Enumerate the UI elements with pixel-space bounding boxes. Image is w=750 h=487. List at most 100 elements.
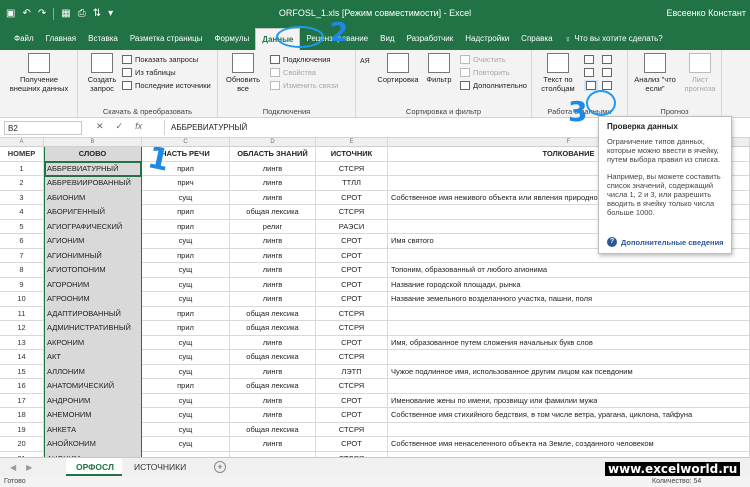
cell-a[interactable]: 19	[0, 422, 44, 437]
cell-d[interactable]: общая лексика	[230, 379, 316, 394]
cell-f[interactable]: Название городской площади, рынка	[388, 277, 750, 292]
cell-c[interactable]: сущ	[142, 190, 230, 205]
cell-a[interactable]: 15	[0, 364, 44, 379]
cell-f[interactable]	[388, 321, 750, 336]
cell-c[interactable]: прич	[142, 176, 230, 191]
cell-f[interactable]: Имя, образованное путем сложения начальн…	[388, 335, 750, 350]
cell-c[interactable]: сущ	[142, 393, 230, 408]
cell-c[interactable]: прил	[142, 219, 230, 234]
cell-a[interactable]: 13	[0, 335, 44, 350]
cell-c[interactable]: сущ	[142, 277, 230, 292]
cell-e[interactable]: СРОТ	[316, 437, 388, 452]
remove-duplicates-button[interactable]	[584, 67, 594, 78]
user-name[interactable]: Евсеенко Констант	[666, 8, 746, 18]
column-header-a[interactable]: A	[0, 138, 44, 147]
cell-c[interactable]: прил	[142, 248, 230, 263]
cell-f[interactable]: Именование жены по имени, прозвищу или ф…	[388, 393, 750, 408]
forecast-sheet-button[interactable]: Лист прогноза	[682, 53, 718, 93]
cancel-icon[interactable]: ✕	[96, 121, 104, 132]
cell-e[interactable]: СТСРЯ	[316, 306, 388, 321]
filter-button[interactable]: Фильтр	[424, 53, 454, 84]
data-validation-button[interactable]	[584, 80, 598, 91]
show-queries-button[interactable]: Показать запросы	[122, 54, 198, 65]
cell-f[interactable]: Топоним, образованный от любого агионима	[388, 263, 750, 278]
cell-a[interactable]: 12	[0, 321, 44, 336]
relationships-button[interactable]	[602, 67, 612, 78]
enter-icon[interactable]: ✓	[116, 121, 124, 132]
cell-c[interactable]: сущ	[142, 292, 230, 307]
cell-a[interactable]: 3	[0, 190, 44, 205]
cell-f[interactable]: Название земельного возделанного участка…	[388, 292, 750, 307]
what-if-button[interactable]: Анализ "что если"	[632, 53, 678, 93]
clear-button[interactable]: Очистить	[460, 54, 506, 65]
cell-e[interactable]: СРОТ	[316, 292, 388, 307]
cell-d[interactable]: лингв	[230, 176, 316, 191]
cell-e[interactable]: СРОТ	[316, 263, 388, 278]
cell-a[interactable]: 1	[0, 161, 44, 176]
cell-e[interactable]: СРОТ	[316, 408, 388, 423]
tooltip-more-info[interactable]: ? Дополнительные сведения	[607, 237, 724, 247]
tab-view[interactable]: Вид	[374, 28, 400, 50]
cell-d[interactable]: общая лексика	[230, 422, 316, 437]
flash-fill-button[interactable]	[584, 54, 594, 65]
cell-f[interactable]	[388, 379, 750, 394]
cell-e[interactable]: СРОТ	[316, 248, 388, 263]
sheet-tab-sources[interactable]: ИСТОЧНИКИ	[124, 458, 196, 476]
cell-e[interactable]: РАЭСИ	[316, 219, 388, 234]
cell-c[interactable]: сущ	[142, 350, 230, 365]
cell-c[interactable]: прил	[142, 205, 230, 220]
cell-f[interactable]: Собственное имя ненаселенного объекта на…	[388, 437, 750, 452]
cell-e[interactable]: СТСРЯ	[316, 321, 388, 336]
cell-c[interactable]: прил	[142, 321, 230, 336]
cell-a[interactable]: 14	[0, 350, 44, 365]
cell-d[interactable]: лингв	[230, 437, 316, 452]
cell-c[interactable]: прил	[142, 379, 230, 394]
cell-e[interactable]: СРОТ	[316, 335, 388, 350]
cell-d[interactable]: лингв	[230, 292, 316, 307]
cell-a[interactable]: 8	[0, 263, 44, 278]
cell-c[interactable]: прил	[142, 306, 230, 321]
cell-c[interactable]: сущ	[142, 408, 230, 423]
cell-d[interactable]: общая лексика	[230, 205, 316, 220]
cell-d[interactable]: религ	[230, 219, 316, 234]
consolidate-button[interactable]	[602, 54, 612, 65]
cell-a[interactable]: 7	[0, 248, 44, 263]
cell-e[interactable]: СТСРЯ	[316, 205, 388, 220]
tab-help[interactable]: Справка	[515, 28, 558, 50]
cell-c[interactable]: сущ	[142, 364, 230, 379]
cell-c[interactable]: сущ	[142, 234, 230, 249]
name-box[interactable]: B2	[4, 121, 82, 135]
cell-e[interactable]: СРОТ	[316, 277, 388, 292]
tab-addins[interactable]: Надстройки	[459, 28, 515, 50]
cell-d[interactable]: лингв	[230, 190, 316, 205]
cell-a[interactable]: 18	[0, 408, 44, 423]
cell-e[interactable]: СТСРЯ	[316, 161, 388, 176]
get-external-data-button[interactable]: Получение внешних данных	[6, 53, 72, 93]
column-header-e[interactable]: E	[316, 138, 388, 147]
cell-f[interactable]	[388, 306, 750, 321]
cell-a[interactable]: 9	[0, 277, 44, 292]
cell-a[interactable]: 20	[0, 437, 44, 452]
cell-a[interactable]: 16	[0, 379, 44, 394]
cell-c[interactable]: сущ	[142, 335, 230, 350]
tab-developer[interactable]: Разработчик	[401, 28, 460, 50]
cell-d[interactable]: лингв	[230, 248, 316, 263]
edit-links-button[interactable]: Изменить связи	[270, 80, 338, 91]
tab-formulas[interactable]: Формулы	[208, 28, 255, 50]
column-header-d[interactable]: D	[230, 138, 316, 147]
cell-d[interactable]: лингв	[230, 277, 316, 292]
cell-d[interactable]: лингв	[230, 234, 316, 249]
cell-a[interactable]: 10	[0, 292, 44, 307]
prev-sheet-icon[interactable]: ◀	[10, 463, 16, 472]
cell-f[interactable]: Чужое подлинное имя, использованное друг…	[388, 364, 750, 379]
cell-f[interactable]	[388, 422, 750, 437]
cell-a[interactable]: 17	[0, 393, 44, 408]
properties-button[interactable]: Свойства	[270, 67, 316, 78]
add-sheet-icon[interactable]: +	[214, 461, 226, 473]
reapply-button[interactable]: Повторить	[460, 67, 510, 78]
cell-a[interactable]: 4	[0, 205, 44, 220]
tab-home[interactable]: Главная	[40, 28, 82, 50]
text-to-columns-button[interactable]: Текст по столбцам	[538, 53, 578, 93]
cell-d[interactable]: лингв	[230, 408, 316, 423]
refresh-all-button[interactable]: Обновить все	[226, 53, 260, 93]
